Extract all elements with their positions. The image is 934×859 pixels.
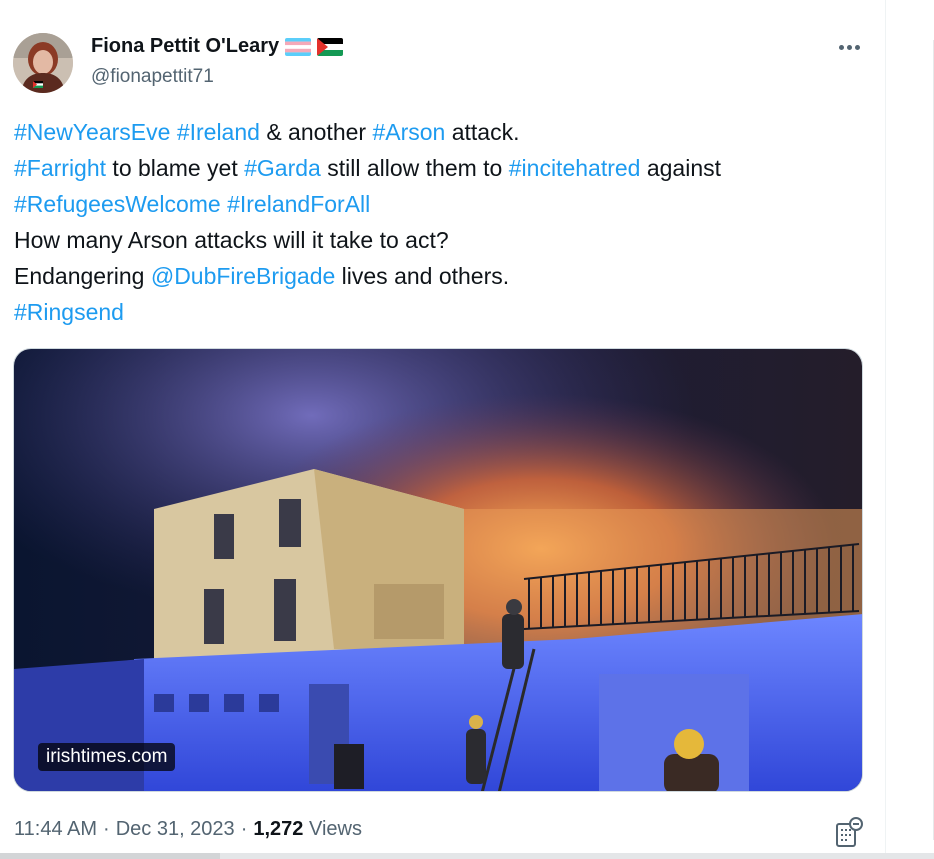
hashtag-link[interactable]: #Farright	[14, 155, 106, 181]
handle[interactable]: @fionapettit71	[91, 66, 214, 88]
avatar[interactable]	[13, 33, 73, 93]
display-name[interactable]: Fiona Pettit O'Leary	[91, 35, 279, 58]
tweet-date[interactable]: Dec 31, 2023	[116, 818, 235, 841]
hashtag-link[interactable]: #RefugeesWelcome	[14, 191, 221, 217]
fire-scene-image	[14, 349, 862, 791]
name-row: Fiona Pettit O'Leary	[91, 35, 344, 58]
hashtag-link[interactable]: #Arson	[372, 119, 445, 145]
right-column	[887, 0, 934, 859]
meta-separator: ·	[103, 818, 110, 840]
hashtag-link[interactable]: #IrelandForAll	[227, 191, 370, 217]
views-count: 1,272	[253, 818, 304, 840]
hashtag-link[interactable]: #incitehatred	[509, 155, 641, 181]
tweet-text-line: #RefugeesWelcome #IrelandForAll	[14, 186, 874, 222]
tweet-text-segment: still allow them to	[320, 155, 509, 181]
tweet-text-line: #NewYearsEve #Ireland & another #Arson a…	[14, 114, 874, 150]
tweet-text-segment: & another	[259, 119, 373, 145]
hashtag-link[interactable]: #Ringsend	[14, 299, 124, 325]
tweet-text-segment: to blame yet	[106, 155, 245, 181]
transgender-flag-icon	[285, 37, 312, 56]
analytics-icon[interactable]	[834, 816, 864, 848]
tweet-text-segment: How many Arson attacks will it take to a…	[14, 227, 449, 253]
bottom-scroll-strip	[0, 853, 934, 859]
tweet-text-line: Endangering @DubFireBrigade lives and ot…	[14, 258, 874, 294]
mention-link[interactable]: @DubFireBrigade	[151, 263, 335, 289]
hashtag-link[interactable]: #NewYearsEve	[14, 119, 170, 145]
tweet-text-segment: against	[640, 155, 722, 181]
tweet-text-line: How many Arson attacks will it take to a…	[14, 222, 874, 258]
tweet-text-line: #Ringsend	[14, 294, 874, 330]
palestine-flag-icon	[317, 37, 344, 56]
tweet-meta: 11:44 AM · Dec 31, 2023 · 1,272 Views	[14, 818, 362, 841]
tweet-text-segment: attack.	[445, 119, 520, 145]
views-label: Views	[308, 818, 362, 840]
tweet-text: #NewYearsEve #Ireland & another #Arson a…	[14, 114, 874, 330]
more-icon[interactable]	[834, 36, 864, 58]
tweet-text-line: #Farright to blame yet #Garda still allo…	[14, 150, 874, 186]
avatar-image	[13, 33, 73, 93]
tweet-text-segment: Endangering	[14, 263, 151, 289]
tweet-time[interactable]: 11:44 AM	[14, 818, 97, 841]
tweet-text-segment: lives and others.	[335, 263, 510, 289]
tweet-photo[interactable]: irishtimes.com	[13, 348, 863, 792]
tweet: Fiona Pettit O'Leary @fionapettit71 #New…	[0, 0, 886, 859]
hashtag-link[interactable]: #Ireland	[177, 119, 260, 145]
meta-separator: ·	[240, 818, 248, 840]
source-label: irishtimes.com	[38, 743, 176, 771]
page: Fiona Pettit O'Leary @fionapettit71 #New…	[0, 0, 934, 859]
hashtag-link[interactable]: #Garda	[244, 155, 321, 181]
